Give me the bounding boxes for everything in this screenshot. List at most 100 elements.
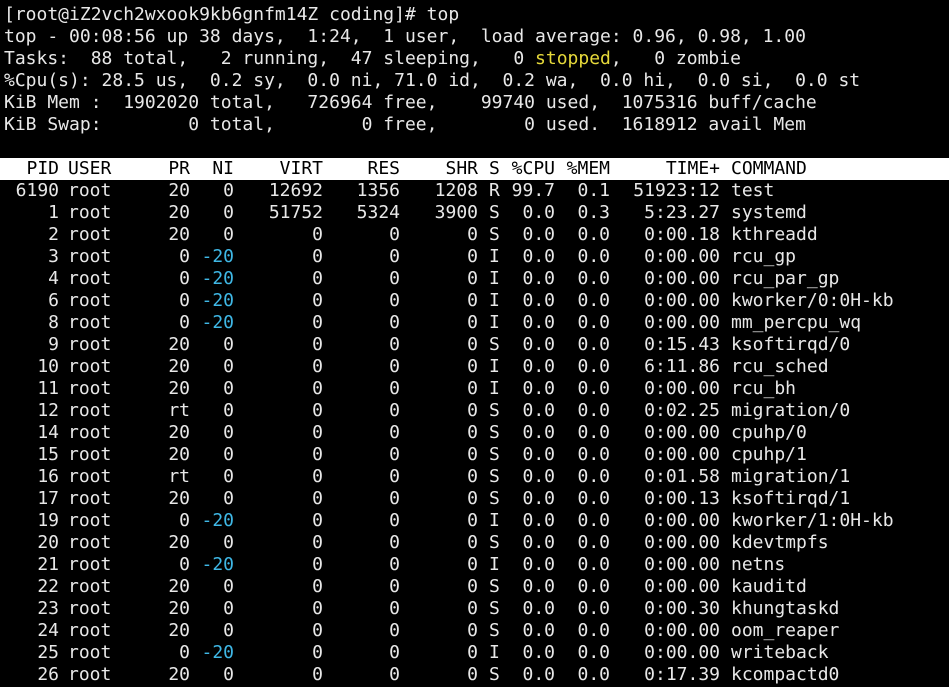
process-ni: 0 [223,488,234,509]
tasks-stopped-label: stopped [535,48,611,69]
header-mem: %MEM [566,158,610,179]
process-row: 26 root 20 0 0 0 0 S 0.0 0.0 0:17.39 kcompactd0 [4,664,949,686]
process-shr: 0 [467,554,478,575]
process-s: I [489,356,500,377]
uptime-line: top - 00:08:56 up 38 days, 1:24, 1 user,… [4,26,806,47]
process-pr: 20 [168,356,190,377]
process-cpu: 0.0 [522,664,555,685]
process-command: kthreadd [731,224,818,245]
process-shr: 0 [467,664,478,685]
process-virt: 0 [312,378,323,399]
process-table-header: PID USER PR NI VIRT RES SHR S %CPU %MEM TIME+ COMMA… [0,158,949,180]
process-virt: 0 [312,246,323,267]
process-shr: 0 [467,290,478,311]
process-row: 9 root 20 0 0 0 0 S 0.0 0.0 0:15.43 ksoftirqd/0 [4,334,949,356]
process-command: rcu_bh [731,378,797,399]
process-pr: rt [168,466,190,487]
process-pr: 20 [168,334,190,355]
process-ni: 0 [223,334,234,355]
process-cpu: 0.0 [522,312,555,333]
process-row: 23 root 20 0 0 0 0 S 0.0 0.0 0:00.30 khungtaskd [4,598,949,620]
process-pid: 8 [48,312,59,333]
process-time: 0:00.18 [644,224,720,245]
header-cpu: %CPU [511,158,555,179]
process-virt: 0 [312,576,323,597]
process-res: 0 [389,378,400,399]
process-res: 0 [389,598,400,619]
header-virt: VIRT [279,158,323,179]
header-command: COMMAND [731,158,807,179]
process-ni: -20 [201,510,234,531]
process-res: 0 [389,268,400,289]
process-command: mm_percpu_wq [731,312,862,333]
process-command: rcu_par_gp [731,268,840,289]
process-time: 0:01.58 [644,466,720,487]
process-shr: 0 [467,246,478,267]
process-row: 3 root 0 -20 0 0 0 I 0.0 0.0 0:00.00 rcu_gp [4,246,949,268]
process-mem: 0.0 [577,356,610,377]
process-ni: 0 [223,620,234,641]
process-user: root [68,246,112,267]
tasks-line: Tasks: 88 total, 2 running, 47 sleeping,… [4,48,949,70]
process-user: root [68,598,112,619]
process-virt: 0 [312,400,323,421]
process-mem: 0.0 [577,290,610,311]
process-pr: 0 [179,290,190,311]
process-command: ksoftirqd/0 [731,334,851,355]
process-pr: 0 [179,510,190,531]
process-shr: 0 [467,378,478,399]
process-shr: 0 [467,510,478,531]
process-cpu: 0.0 [522,510,555,531]
process-shr: 0 [467,312,478,333]
process-mem: 0.0 [577,620,610,641]
process-pid: 15 [37,444,59,465]
process-cpu: 0.0 [522,576,555,597]
process-pid: 17 [37,488,59,509]
process-user: root [68,378,112,399]
process-s: I [489,312,500,333]
process-virt: 0 [312,268,323,289]
process-mem: 0.0 [577,532,610,553]
process-row: 17 root 20 0 0 0 0 S 0.0 0.0 0:00.13 ksoftirqd/1 [4,488,949,510]
process-res: 0 [389,334,400,355]
process-s: S [489,422,500,443]
process-res: 0 [389,488,400,509]
process-pid: 19 [37,510,59,531]
process-s: S [489,400,500,421]
process-time: 0:00.00 [644,554,720,575]
process-user: root [68,642,112,663]
process-mem: 0.0 [577,268,610,289]
process-shr: 3900 [434,202,478,223]
process-row: 21 root 0 -20 0 0 0 I 0.0 0.0 0:00.00 netns [4,554,949,576]
process-pr: 0 [179,642,190,663]
process-s: S [489,224,500,245]
process-pid: 11 [37,378,59,399]
process-s: S [489,202,500,223]
process-mem: 0.1 [577,180,610,201]
process-cpu: 0.0 [522,202,555,223]
header-res: RES [367,158,400,179]
process-ni: 0 [223,466,234,487]
process-pid: 26 [37,664,59,685]
process-row: 8 root 0 -20 0 0 0 I 0.0 0.0 0:00.00 mm_percpu_wq [4,312,949,334]
process-user: root [68,422,112,443]
process-mem: 0.0 [577,510,610,531]
process-time: 0:00.00 [644,378,720,399]
process-time: 0:00.00 [644,576,720,597]
process-user: root [68,268,112,289]
process-cpu: 0.0 [522,378,555,399]
process-command: writeback [731,642,829,663]
shell-prompt: [root@iZ2vch2wxook9kb6gnfm14Z coding]# t… [4,4,460,25]
process-virt: 0 [312,664,323,685]
process-command: migration/1 [731,466,851,487]
process-shr: 0 [467,224,478,245]
process-ni: 0 [223,576,234,597]
terminal-window[interactable]: { "prompt": "[root@iZ2vch2wxook9kb6gnfm1… [0,0,949,687]
process-virt: 0 [312,554,323,575]
process-row: 19 root 0 -20 0 0 0 I 0.0 0.0 0:00.00 kworker/1:0H-… [4,510,949,532]
mem-line: KiB Mem : 1902020 total, 726964 free, 99… [4,92,817,113]
process-res: 0 [389,290,400,311]
process-ni: 0 [223,422,234,443]
header-ni: NI [212,158,234,179]
process-user: root [68,400,112,421]
